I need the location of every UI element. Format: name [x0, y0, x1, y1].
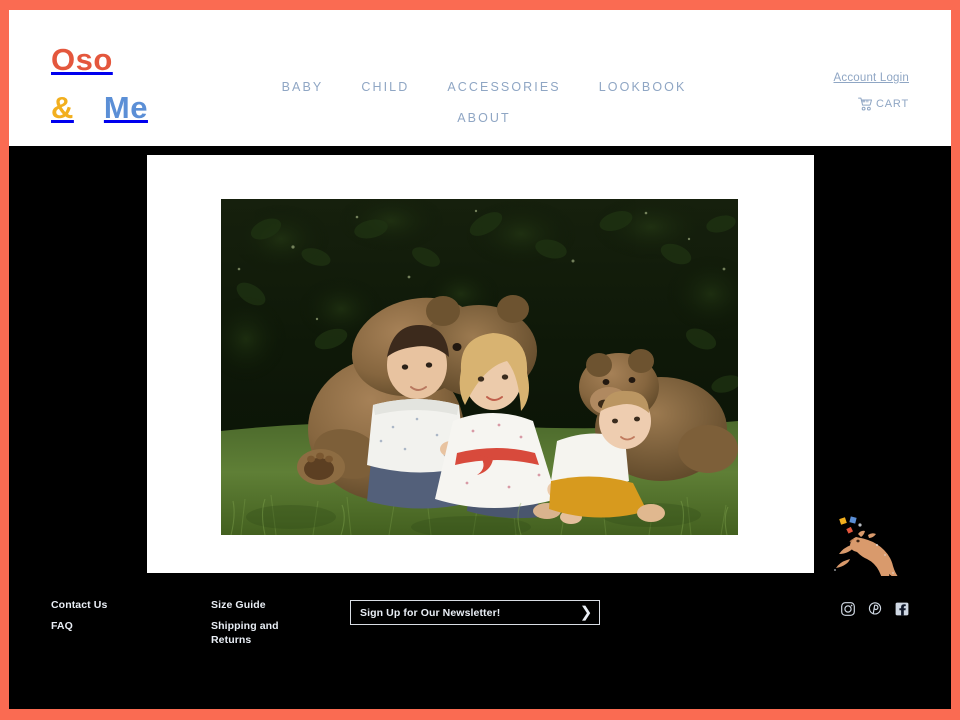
nav-link-lookbook[interactable]: LOOKBOOK [599, 80, 687, 94]
footer-link-size-guide[interactable]: Size Guide [211, 598, 301, 612]
site-header: Oso & Me BABY CHILD ACCESSORIES LOOKBOOK … [9, 10, 951, 146]
newsletter-submit-button[interactable]: ❯ [573, 601, 599, 624]
nav-link-accessories[interactable]: ACCESSORIES [447, 80, 560, 94]
nav-link-child[interactable]: CHILD [361, 80, 409, 94]
pinterest-icon[interactable] [868, 602, 882, 616]
cart-button[interactable]: CART [834, 97, 910, 111]
shopping-cart-icon [858, 97, 873, 111]
nav-row-secondary: ABOUT [259, 111, 709, 125]
logo-text-me: Me [103, 90, 148, 125]
main-navigation: BABY CHILD ACCESSORIES LOOKBOOK ABOUT [259, 80, 709, 125]
hero-panel [147, 155, 814, 573]
logo-text-ampersand: & [51, 90, 74, 125]
newsletter-email-input[interactable] [351, 601, 573, 624]
instagram-icon[interactable] [841, 602, 855, 616]
account-login-link[interactable]: Account Login [834, 72, 910, 84]
social-links [841, 602, 909, 616]
footer-column-2: Size Guide Shipping and Returns [211, 598, 301, 654]
cart-label: CART [876, 98, 909, 110]
nav-row-primary: BABY CHILD ACCESSORIES LOOKBOOK [259, 80, 709, 94]
account-area: Account Login CART [834, 72, 910, 111]
facebook-icon[interactable] [895, 602, 909, 616]
site-footer: Contact Us FAQ Size Guide Shipping and R… [9, 576, 951, 709]
footer-links: Contact Us FAQ Size Guide Shipping and R… [51, 598, 301, 654]
newsletter-signup: ❯ [350, 600, 600, 625]
nav-link-baby[interactable]: BABY [282, 80, 324, 94]
hero-image[interactable] [221, 199, 738, 535]
footer-link-contact-us[interactable]: Contact Us [51, 598, 141, 612]
footer-link-faq[interactable]: FAQ [51, 619, 141, 633]
nav-link-about[interactable]: ABOUT [457, 111, 511, 125]
footer-column-1: Contact Us FAQ [51, 598, 141, 654]
footer-link-shipping-and-returns[interactable]: Shipping and Returns [211, 619, 301, 647]
main-content [9, 146, 951, 601]
page-root: Oso & Me BABY CHILD ACCESSORIES LOOKBOOK … [9, 10, 951, 709]
chevron-right-icon: ❯ [579, 604, 593, 621]
logo-text-oso: Oso [51, 42, 113, 77]
site-logo[interactable]: Oso & Me [51, 44, 148, 123]
